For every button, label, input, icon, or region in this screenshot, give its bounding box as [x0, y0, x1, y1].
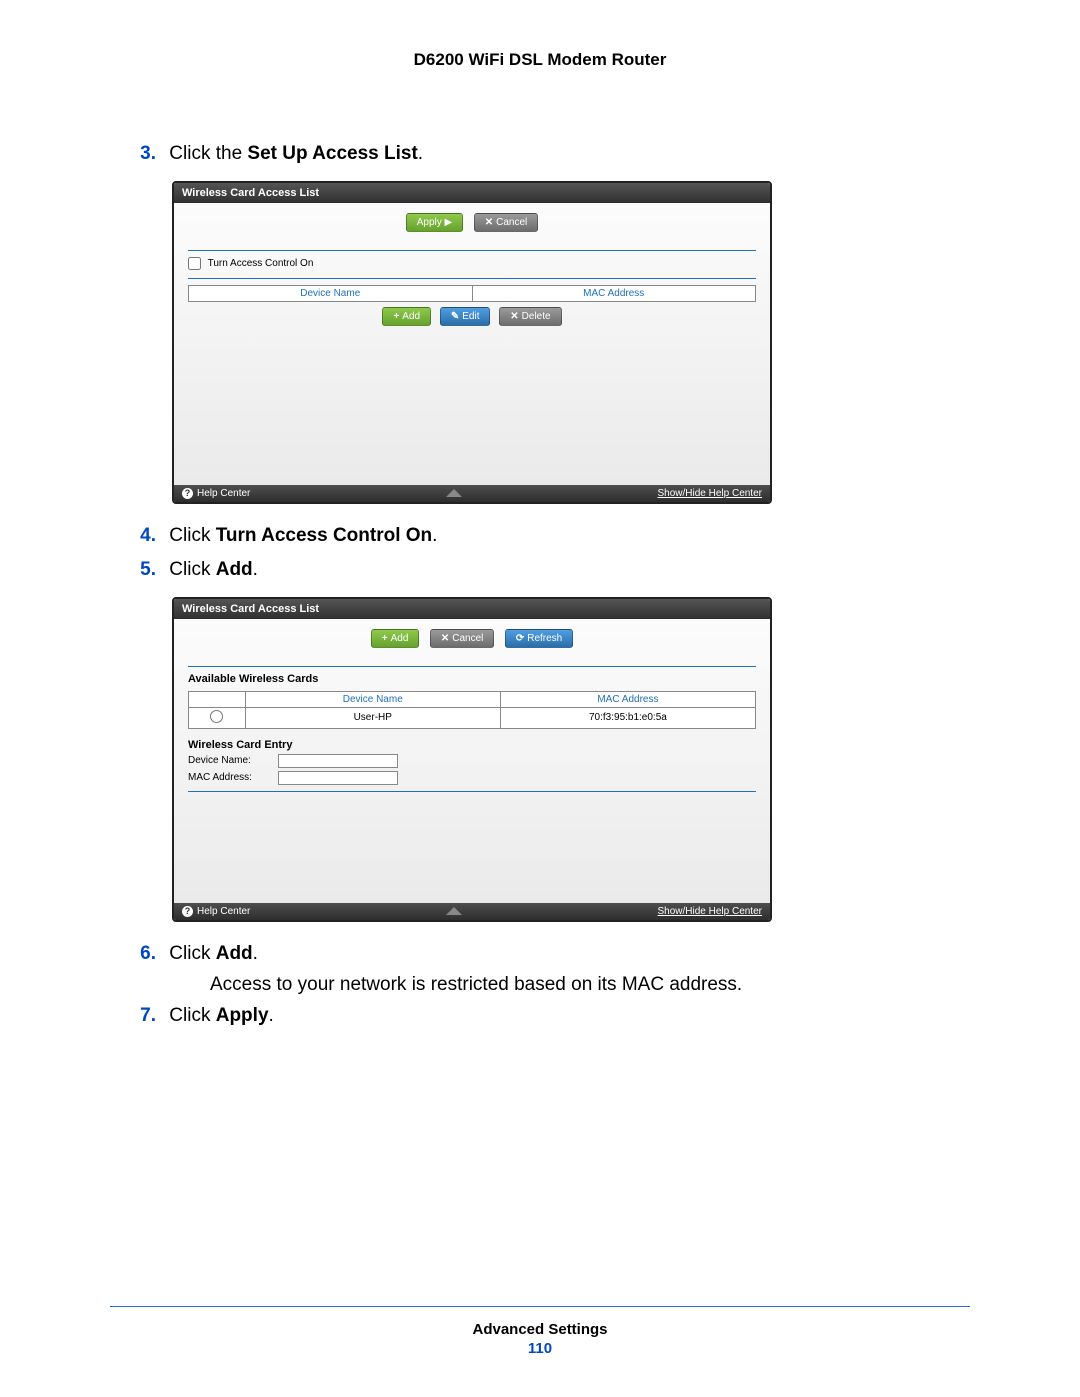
help-icon: ? [182, 906, 193, 917]
step-3: 3. Click the Set Up Access List. [172, 140, 970, 169]
table-row[interactable]: User-HP 70:f3:95:b1:e0:5a [189, 707, 756, 728]
footer-section: Advanced Settings [110, 1321, 970, 1338]
col-mac-address: MAC Address [472, 285, 756, 301]
step-number: 7. [136, 1002, 164, 1031]
step-number: 4. [136, 522, 164, 551]
step-post: . [269, 1005, 274, 1026]
checkbox-label: Turn Access Control On [208, 258, 314, 269]
step-post: . [432, 525, 437, 546]
step-post: . [253, 943, 258, 964]
col-device-name: Device Name [245, 691, 500, 707]
step-6-subtext: Access to your network is restricted bas… [210, 974, 970, 996]
device-name-label: Device Name: [188, 755, 278, 766]
chevron-up-icon[interactable] [446, 489, 462, 497]
help-center-link[interactable]: ? Help Center [182, 488, 250, 499]
mac-address-input[interactable] [278, 771, 398, 785]
step-7: 7. Click Apply. [172, 1002, 970, 1031]
apply-button[interactable]: Apply ▶ [406, 213, 463, 232]
add-button[interactable]: +Add [371, 629, 420, 648]
step-post: . [418, 143, 423, 164]
step-number: 5. [136, 556, 164, 585]
row-radio[interactable] [210, 710, 223, 723]
mac-address-label: MAC Address: [188, 772, 278, 783]
screenshot-1: Wireless Card Access List Apply ▶ ✕Cance… [172, 181, 772, 504]
footer-divider [110, 1306, 970, 1307]
delete-button[interactable]: ✕Delete [499, 307, 561, 326]
step-bold: Add [216, 559, 253, 580]
device-name-input[interactable] [278, 754, 398, 768]
step-text: Click [169, 559, 215, 580]
edit-button[interactable]: ✎Edit [440, 307, 491, 326]
step-text: Click [169, 1005, 215, 1026]
available-cards-label: Available Wireless Cards [188, 673, 756, 685]
cancel-button[interactable]: ✕Cancel [474, 213, 539, 232]
refresh-icon: ⟳ [516, 633, 524, 644]
step-bold: Add [216, 943, 253, 964]
step-text: Click [169, 943, 215, 964]
step-post: . [253, 559, 258, 580]
pencil-icon: ✎ [451, 311, 459, 322]
col-mac-address: MAC Address [500, 691, 755, 707]
panel-title: Wireless Card Access List [174, 599, 770, 619]
plus-icon: + [393, 311, 399, 322]
screenshot-2: Wireless Card Access List +Add ✕Cancel ⟳… [172, 597, 772, 922]
step-bold: Apply [216, 1005, 269, 1026]
x-icon: ✕ [441, 633, 449, 644]
step-bold: Set Up Access List [247, 143, 417, 164]
col-device-name: Device Name [189, 285, 473, 301]
step-bold: Turn Access Control On [216, 525, 432, 546]
card-entry-label: Wireless Card Entry [188, 739, 756, 751]
chevron-up-icon[interactable] [446, 907, 462, 915]
step-4: 4. Click Turn Access Control On. [172, 522, 970, 551]
step-text: Click [169, 525, 215, 546]
turn-access-control-checkbox[interactable] [188, 257, 201, 270]
show-hide-help-link[interactable]: Show/Hide Help Center [657, 488, 762, 499]
step-5: 5. Click Add. [172, 556, 970, 585]
step-text: Click the [169, 143, 247, 164]
help-center-link[interactable]: ? Help Center [182, 906, 250, 917]
show-hide-help-link[interactable]: Show/Hide Help Center [657, 906, 762, 917]
device-table: Device Name MAC Address [188, 285, 756, 302]
cell-mac: 70:f3:95:b1:e0:5a [500, 707, 755, 728]
col-select [189, 691, 246, 707]
cancel-button[interactable]: ✕Cancel [430, 629, 495, 648]
step-6: 6. Click Add. [172, 940, 970, 969]
panel-title: Wireless Card Access List [174, 183, 770, 203]
available-cards-table: Device Name MAC Address User-HP 70:f3:95… [188, 691, 756, 729]
x-icon: ✕ [485, 217, 493, 228]
step-number: 3. [136, 140, 164, 169]
step-number: 6. [136, 940, 164, 969]
plus-icon: + [382, 633, 388, 644]
refresh-button[interactable]: ⟳Refresh [505, 629, 573, 648]
help-icon: ? [182, 488, 193, 499]
page-number: 110 [110, 1340, 970, 1357]
cell-device-name: User-HP [245, 707, 500, 728]
add-button[interactable]: +Add [382, 307, 431, 326]
doc-title: D6200 WiFi DSL Modem Router [110, 50, 970, 70]
x-icon: ✕ [510, 311, 518, 322]
